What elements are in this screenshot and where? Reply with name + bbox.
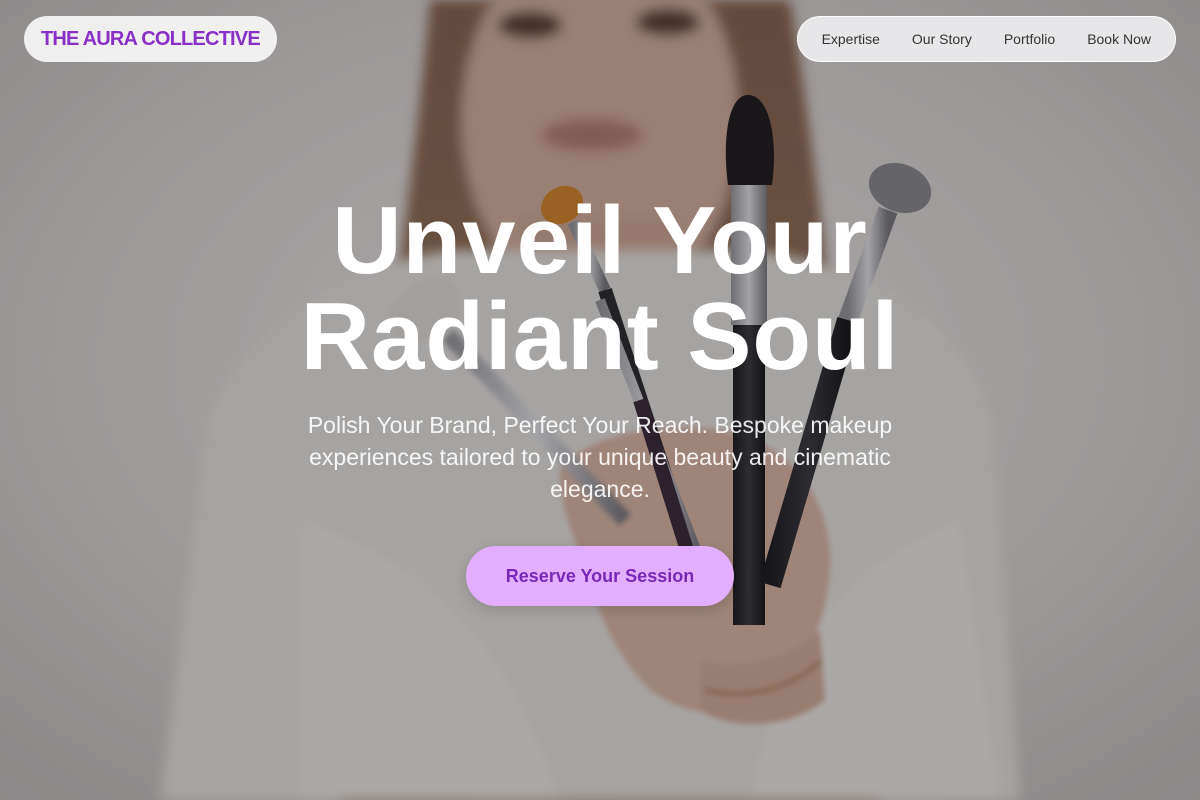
nav-link-book-now[interactable]: Book Now xyxy=(1071,25,1167,53)
nav-link-expertise[interactable]: Expertise xyxy=(806,25,896,53)
brand-logo-text: THE AURA COLLECTIVE xyxy=(41,27,261,50)
hero-headline-line-1: Unveil Your xyxy=(332,187,868,294)
hero-headline: Unveil Your Radiant Soul xyxy=(100,193,1100,385)
nav-link-portfolio[interactable]: Portfolio xyxy=(988,25,1071,53)
dark-overlay xyxy=(0,0,1200,800)
brand-logo[interactable]: THE AURA COLLECTIVE xyxy=(24,16,277,62)
hero-headline-line-2: Radiant Soul xyxy=(300,283,900,390)
reserve-session-button[interactable]: Reserve Your Session xyxy=(466,546,734,606)
hero-section: THE AURA COLLECTIVE Expertise Our Story … xyxy=(0,0,1200,800)
hero-subtext: Polish Your Brand, Perfect Your Reach. B… xyxy=(307,412,893,502)
nav-link-our-story[interactable]: Our Story xyxy=(896,25,988,53)
main-navigation: Expertise Our Story Portfolio Book Now xyxy=(796,16,1176,62)
